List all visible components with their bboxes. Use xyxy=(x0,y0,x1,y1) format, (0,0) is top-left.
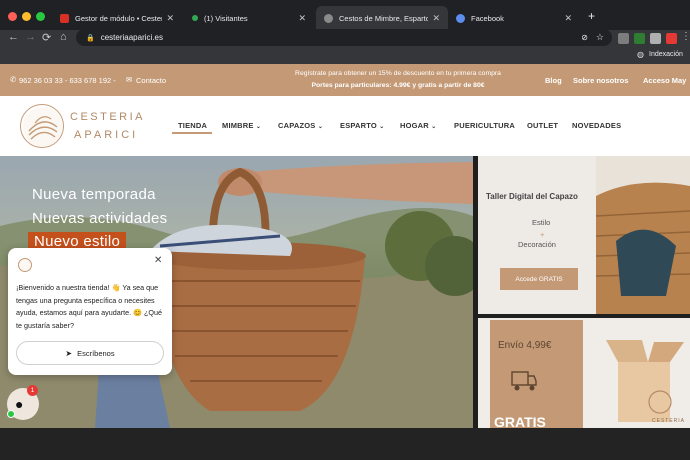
sheets-extension-icon[interactable] xyxy=(634,33,645,44)
escribenos-label: Escríbenos xyxy=(77,348,115,358)
nav-novedades[interactable]: NOVEDADES xyxy=(572,121,621,130)
hero-line-2: Nuevas actividades xyxy=(32,210,168,227)
bookmark-indexacion[interactable]: Indexación xyxy=(649,51,683,58)
mail-icon: ✉ xyxy=(126,75,133,84)
chat-message: ¡Bienvenido a nuestra tienda! 👋 Ya sea q… xyxy=(16,283,162,330)
browser-tab-active[interactable]: Cestos de Mimbre, Esparto y P ✕ xyxy=(316,6,448,30)
gratis-label: GRATIS xyxy=(494,414,546,428)
close-window-button[interactable] xyxy=(8,12,17,21)
browser-tab-bar: Gestor de módulo • Cestería A ✕ (1) Visi… xyxy=(0,0,690,30)
extension-icon[interactable] xyxy=(618,33,629,44)
cardboard-box-image xyxy=(606,340,684,422)
back-button[interactable]: ← xyxy=(8,31,19,43)
box-logo-text: CESTERIA xyxy=(652,418,686,424)
chevron-down-icon: ⌄ xyxy=(255,124,262,130)
nav-outlet[interactable]: OUTLET xyxy=(527,121,558,130)
tab-favicon-icon xyxy=(324,13,333,23)
nav-active-underline xyxy=(172,132,212,134)
nav-puericultura[interactable]: PUERICULTURA xyxy=(454,121,515,130)
chat-bubble-icon: ● xyxy=(15,396,24,412)
bookmark-star-icon[interactable]: ☆ xyxy=(596,32,604,43)
chevron-down-icon: ⌄ xyxy=(431,124,437,130)
chat-popup: ✕ ¡Bienvenido a nuestra tienda! 👋 Ya sea… xyxy=(8,248,172,375)
accede-gratis-button[interactable]: Accede GRATIS xyxy=(500,268,578,290)
browser-tab[interactable]: Facebook ✕ xyxy=(448,6,580,30)
send-icon: ➤ xyxy=(65,348,73,358)
promo-line-1: Regístrate para obtener un 15% de descue… xyxy=(295,70,501,77)
eye-off-icon[interactable]: ⊘ xyxy=(581,33,588,42)
chevron-down-icon: ⌄ xyxy=(379,124,385,130)
chat-close-icon[interactable]: ✕ xyxy=(154,255,162,266)
maximize-window-button[interactable] xyxy=(36,12,45,21)
logo-mark[interactable] xyxy=(20,104,64,148)
tab-favicon-icon xyxy=(456,13,465,23)
minimize-window-button[interactable] xyxy=(22,12,31,21)
menu-kebab-icon[interactable]: ⋮ xyxy=(681,31,690,42)
forward-button[interactable]: → xyxy=(25,31,36,43)
tab-close-icon[interactable]: ✕ xyxy=(564,13,572,24)
logo-text-line2: APARICI xyxy=(74,129,139,141)
nav-mimbre[interactable]: MIMBRE ⌄ xyxy=(222,121,261,130)
chevron-down-icon: ⌄ xyxy=(317,124,324,130)
site-header: CESTERIA APARICI TIENDA MIMBRE ⌄ CAPAZOS… xyxy=(0,96,690,156)
address-bar[interactable]: 🔒 cesteriaaparici.es ⊘ ☆ xyxy=(76,29,612,46)
bookmark-bar: ◍ Indexación xyxy=(0,48,690,64)
online-status-dot xyxy=(7,410,15,418)
tab-close-icon[interactable]: ✕ xyxy=(166,13,174,24)
hero-line-1: Nueva temporada xyxy=(32,186,156,203)
reload-button[interactable]: ⟳ xyxy=(42,31,51,44)
blog-link[interactable]: Blog xyxy=(545,76,562,85)
promo-line-2: Portes para particulares: 4.99€ y gratis… xyxy=(311,82,485,89)
nav-label: HOGAR xyxy=(400,121,429,130)
page-bottom-area xyxy=(0,428,690,460)
envio-title: Envío 4,99€ xyxy=(498,340,552,351)
taller-plus: + xyxy=(540,230,545,239)
logo-text-line1: CESTERIA xyxy=(70,111,146,123)
chat-launcher-button[interactable]: ● 1 xyxy=(7,385,39,420)
chat-unread-badge: 1 xyxy=(27,385,38,396)
taller-item-2: Decoración xyxy=(518,240,556,249)
delivery-truck-icon xyxy=(511,371,537,391)
phone-numbers: 962 36 03 33 - 633 678 192 - xyxy=(19,76,116,85)
about-link[interactable]: Sobre nosotros xyxy=(573,76,628,85)
logo-icon xyxy=(23,107,63,147)
nav-hogar[interactable]: HOGAR ⌄ xyxy=(400,121,436,130)
contact-link[interactable]: Contacto xyxy=(136,76,166,85)
tab-close-icon[interactable]: ✕ xyxy=(432,13,440,24)
chat-avatar xyxy=(18,258,32,272)
extension-icon[interactable] xyxy=(666,33,677,44)
site-top-bar: ✆ 962 36 03 33 - 633 678 192 - ✉ Contact… xyxy=(0,64,690,96)
nav-label: MIMBRE xyxy=(222,121,254,130)
tab-favicon-icon xyxy=(60,13,69,23)
home-icon[interactable]: ⌂ xyxy=(60,31,67,43)
phone-icon: ✆ xyxy=(10,75,17,84)
taller-title: Taller Digital del Capazo xyxy=(486,192,578,201)
nav-capazos[interactable]: CAPAZOS ⌄ xyxy=(278,121,323,130)
globe-icon: ◍ xyxy=(637,50,644,59)
browser-toolbar: ← → ⟳ ⌂ 🔒 cesteriaaparici.es ⊘ ☆ ⋮ xyxy=(0,29,690,48)
browser-tab[interactable]: (1) Visitantes ✕ xyxy=(184,6,314,30)
lock-icon: 🔒 xyxy=(86,34,95,42)
url-text: cesteriaaparici.es xyxy=(100,33,163,42)
new-tab-button[interactable]: + xyxy=(588,9,595,23)
taller-banner[interactable]: Taller Digital del Capazo Estilo + Decor… xyxy=(478,156,690,314)
nav-tienda[interactable]: TIENDA xyxy=(178,121,207,130)
escribenos-button[interactable]: ➤ Escríbenos xyxy=(16,341,164,365)
tab-close-icon[interactable]: ✕ xyxy=(298,13,306,24)
nav-label: CAPAZOS xyxy=(278,121,316,130)
browser-tab[interactable]: Gestor de módulo • Cestería A ✕ xyxy=(52,6,182,30)
nav-esparto[interactable]: ESPARTO ⌄ xyxy=(340,121,385,130)
nav-label: ESPARTO xyxy=(340,121,377,130)
taller-item-1: Estilo xyxy=(532,218,551,227)
envio-banner[interactable]: Envío 4,99€ GRATIS CESTERIA xyxy=(478,318,690,428)
tab-favicon-icon xyxy=(192,15,198,21)
extension-icon[interactable] xyxy=(650,33,661,44)
wholesale-login-link[interactable]: Acceso May xyxy=(643,76,686,85)
capazo-image xyxy=(596,156,690,314)
